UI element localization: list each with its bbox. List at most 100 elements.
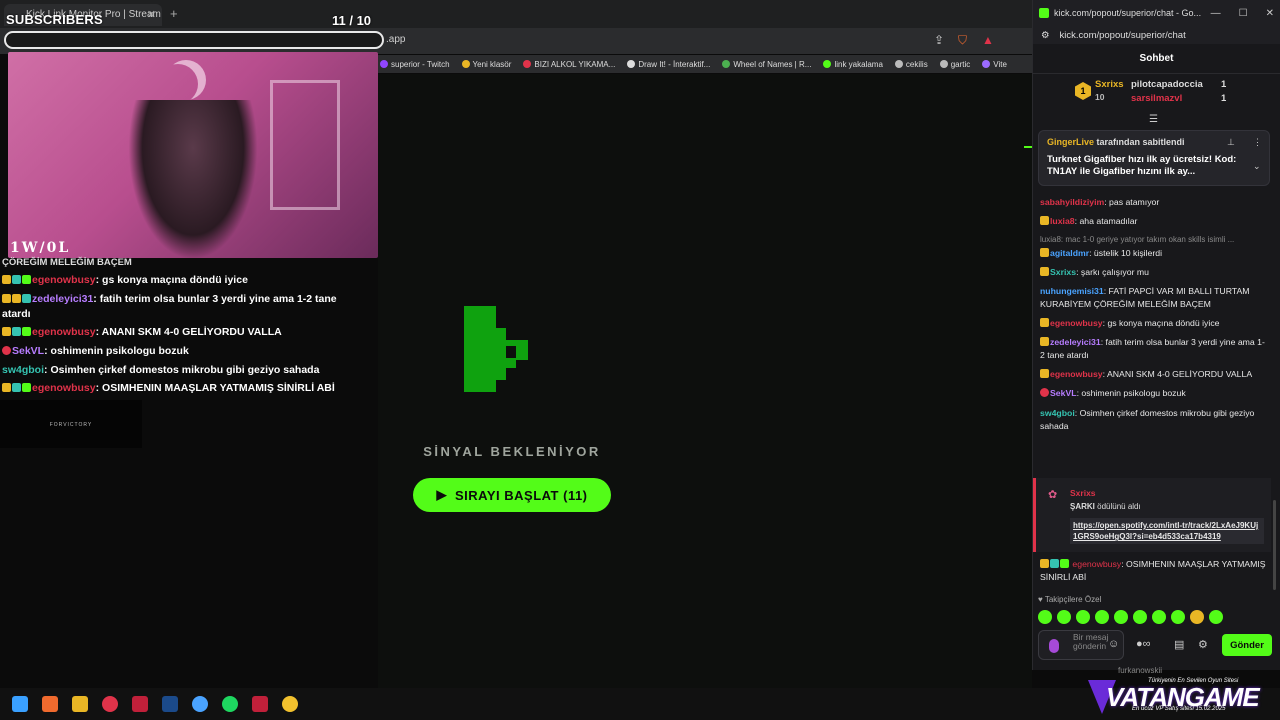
- bookmark-item[interactable]: superior - Twitch: [380, 59, 450, 69]
- bookmark-item[interactable]: gartic: [939, 59, 971, 69]
- start-queue-button[interactable]: ▶ SIRAYI BAŞLAT (11): [413, 478, 611, 512]
- play-icon: ▶: [436, 487, 447, 502]
- chat-scrollbar[interactable]: [1273, 500, 1276, 590]
- minimize-icon[interactable]: —: [1211, 8, 1221, 19]
- send-button[interactable]: Gönder: [1222, 634, 1272, 656]
- emote-icon[interactable]: [1038, 610, 1052, 624]
- chat-text: : şarkı çalışıyor mu: [1076, 267, 1149, 278]
- emote-icon[interactable]: [1076, 610, 1090, 624]
- overlay-chat-username: sw4gboi: [2, 363, 45, 376]
- bookmark-label: Vite: [993, 59, 1007, 69]
- emote-icon[interactable]: [1057, 610, 1071, 624]
- new-tab-icon[interactable]: +: [170, 6, 178, 21]
- mic-icon[interactable]: [1049, 639, 1059, 653]
- overlay-chat-message: egenowbusy: ANANI SKM 4-0 GELİYORDU VALL…: [2, 325, 342, 340]
- chat-username[interactable]: egenowbusy: [1072, 559, 1121, 569]
- teal-badge-icon: [12, 275, 21, 285]
- gold-badge-icon: [1040, 248, 1049, 258]
- chat-username[interactable]: egenowbusy: [1050, 369, 1103, 379]
- chat-message: sw4gboi: Osimhen çirkef domestos mikrobu…: [1040, 407, 1268, 433]
- chat-username[interactable]: nuhungemisi31: [1040, 286, 1104, 296]
- channel-points-icon[interactable]: ●∞: [1136, 638, 1151, 650]
- emote-icon[interactable]: [1133, 610, 1147, 624]
- teal-badge-icon: [22, 293, 31, 303]
- chat-message: SekVL: oshimenin psikologu bozuk: [1040, 387, 1268, 400]
- chat-username[interactable]: SekVL: [1050, 388, 1077, 398]
- gold-badge-icon: [2, 327, 11, 337]
- chevron-down-icon[interactable]: ⌄: [1253, 161, 1261, 172]
- maximize-icon[interactable]: ☐: [1239, 8, 1248, 19]
- emoji-icon[interactable]: ☺: [1108, 638, 1119, 650]
- bookmark-label: gartic: [950, 59, 971, 69]
- spotify-link[interactable]: https://open.spotify.com/intl-tr/track/2…: [1070, 518, 1264, 545]
- overlay-chat-username: egenowbusy: [32, 382, 96, 395]
- steam-icon[interactable]: [162, 696, 178, 712]
- bookmark-label: BIZI ALKOL YIKAMA...: [534, 59, 616, 69]
- windows-start-icon[interactable]: [12, 696, 28, 712]
- bookmark-item[interactable]: BIZI ALKOL YIKAMA...: [523, 59, 616, 69]
- reply-preview[interactable]: luxia8: mac 1-0 geriye yatıyor takım oka…: [1040, 234, 1268, 246]
- green-badge-icon: [22, 327, 31, 337]
- chat-username[interactable]: agitaldmr: [1050, 248, 1089, 258]
- emote-icon[interactable]: [1209, 610, 1223, 624]
- maps-icon[interactable]: [102, 696, 118, 712]
- voicemeeter-icon[interactable]: [252, 696, 268, 712]
- gold-badge-icon: [2, 383, 11, 393]
- chrome-icon[interactable]: [282, 696, 298, 712]
- redeem-text: ŞARKI ödülünü aldı: [1070, 502, 1141, 511]
- bookmark-item[interactable]: Vite: [982, 59, 1007, 69]
- overlay-chat-message: SekVL: oshimenin psikologu bozuk: [2, 344, 342, 359]
- teal-badge-icon: [12, 327, 21, 337]
- popout-url[interactable]: kick.com/popout/superior/chat: [1060, 30, 1186, 41]
- app-icon[interactable]: [192, 696, 208, 712]
- tab-close-icon[interactable]: ✕: [147, 8, 156, 21]
- emote-icon[interactable]: [1095, 610, 1109, 624]
- chat-username[interactable]: Sxrixs: [1050, 267, 1076, 277]
- chat-message: nuhungemisi31: FATİ PAPCİ VAR MI BALLI T…: [1040, 285, 1268, 311]
- file-explorer-icon[interactable]: [72, 696, 88, 712]
- more-options-icon[interactable]: ⋮: [1253, 137, 1262, 148]
- bookmark-item[interactable]: Yeni klasör: [461, 59, 511, 69]
- brave-icon[interactable]: [42, 696, 58, 712]
- kick-favicon-icon: [1039, 8, 1049, 18]
- pin-icon[interactable]: ⊥: [1227, 137, 1235, 148]
- overlay-chat-text: ÇÖREĞİM MELEĞİM BAÇEM: [2, 257, 132, 268]
- emote-icon[interactable]: [1190, 610, 1204, 624]
- gifter-row[interactable]: pilotcapadoccia 1: [1131, 79, 1241, 90]
- gifter-name: pilotcapadoccia: [1131, 79, 1203, 90]
- emote-icon[interactable]: [1152, 610, 1166, 624]
- bookmark-item[interactable]: Wheel of Names | R...: [722, 59, 811, 69]
- brave-rewards-icon[interactable]: ▲: [982, 33, 994, 47]
- bookmark-label: cekilis: [905, 59, 928, 69]
- bookmark-item[interactable]: Draw It! - İnteraktif...: [627, 59, 711, 69]
- bookmark-item[interactable]: link yakalama: [823, 59, 883, 69]
- bookmark-label: Draw It! - İnteraktif...: [638, 59, 711, 69]
- overlay-chat-text: OSIMHENIN MAAŞLAR YATMAMIŞ SİNİRLİ ABİ: [102, 382, 335, 395]
- settings-gear-icon[interactable]: ⚙: [1198, 638, 1208, 651]
- url-input[interactable]: [4, 31, 384, 49]
- bookmark-item[interactable]: cekilis: [894, 59, 928, 69]
- bookmark-favicon-icon: [627, 59, 636, 68]
- redeem-user[interactable]: Sxrixs: [1070, 488, 1096, 498]
- chat-username[interactable]: egenowbusy: [1050, 318, 1103, 328]
- emote-icon[interactable]: [1171, 610, 1185, 624]
- spotify-icon[interactable]: [222, 696, 238, 712]
- chat-username[interactable]: sw4gboi: [1040, 408, 1075, 418]
- emote-icon[interactable]: [1114, 610, 1128, 624]
- close-icon[interactable]: ✕: [1266, 8, 1274, 19]
- bookmark-favicon-icon: [380, 59, 388, 68]
- app-icon[interactable]: [132, 696, 148, 712]
- share-icon[interactable]: ⇪: [934, 33, 944, 47]
- gifter-row[interactable]: sarsilmazvl 1: [1131, 93, 1241, 104]
- store-icon[interactable]: ▤: [1174, 638, 1184, 651]
- filter-icon[interactable]: ☰: [1149, 114, 1158, 125]
- brave-shield-icon[interactable]: ⛉: [958, 33, 967, 48]
- chat-username[interactable]: sabahyildiziyim: [1040, 197, 1104, 207]
- site-settings-icon[interactable]: ⚙: [1041, 30, 1050, 41]
- chat-username[interactable]: zedeleyici31: [1050, 337, 1101, 347]
- top-gifter-name[interactable]: Sxrixs: [1095, 79, 1124, 90]
- pinned-message[interactable]: GingerLive tarafından sabitlendi Turknet…: [1038, 130, 1270, 186]
- green-badge-icon: [22, 383, 31, 393]
- top-gifter-count: 10: [1095, 92, 1105, 102]
- chat-username[interactable]: luxia8: [1050, 216, 1075, 226]
